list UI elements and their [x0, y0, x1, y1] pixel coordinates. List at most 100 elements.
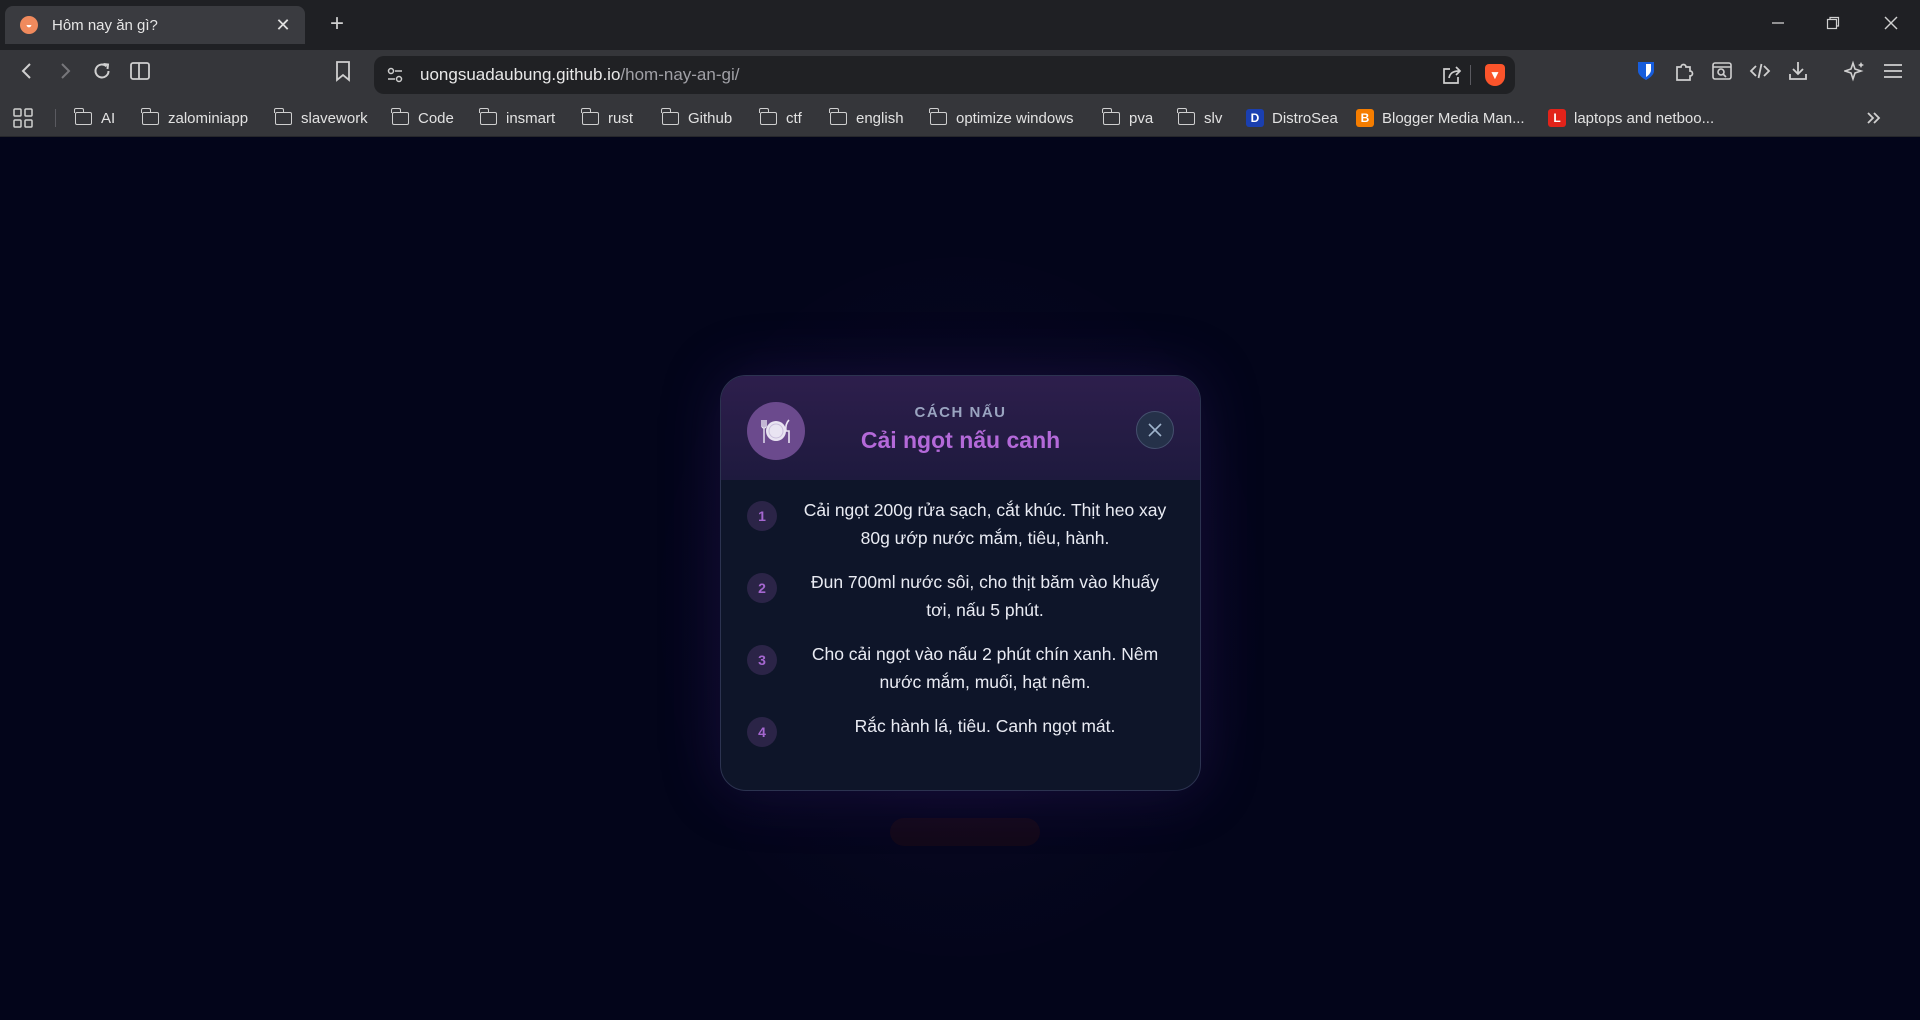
sparkle-icon [1842, 60, 1864, 82]
folder-icon [759, 107, 777, 125]
step-number: 3 [747, 645, 777, 675]
bookmark-folder-slavework[interactable]: slavework [274, 106, 368, 130]
apps-grid-icon [13, 108, 33, 128]
folder-icon [581, 107, 599, 125]
reader-mode-button[interactable] [1707, 60, 1737, 90]
bookmark-label: Github [688, 109, 733, 127]
title-bar: ◒ Hôm nay ăn gì? ✕ + [0, 0, 1920, 50]
bookmark-label: rust [608, 109, 634, 127]
brave-shields-icon[interactable]: ▼ [1485, 64, 1505, 86]
toolbar: uongsuadaubung.github.io/hom-nay-an-gi/ … [0, 50, 1920, 136]
bookmark-label: optimize windows [956, 109, 1074, 127]
bookmark-folder-github[interactable]: Github [661, 106, 733, 130]
recipe-step: 3 Cho cải ngọt vào nấu 2 phút chín xanh.… [721, 640, 1200, 712]
bookmark-label: pva [1129, 109, 1154, 127]
bookmark-laptops[interactable]: Llaptops and netboo... [1548, 106, 1714, 130]
bookmark-folder-optimize-windows[interactable]: optimize windows [929, 106, 1074, 130]
distrosea-icon: D [1246, 109, 1264, 127]
back-button[interactable] [12, 60, 42, 90]
site-settings-icon[interactable] [386, 66, 404, 84]
reload-button[interactable] [87, 60, 117, 90]
downloads-button[interactable] [1783, 60, 1813, 90]
folder-icon [274, 107, 292, 125]
back-arrow-icon [21, 63, 31, 79]
bookmark-label: Blogger Media Man... [1382, 109, 1525, 127]
bookmark-folder-code[interactable]: Code [391, 106, 454, 130]
bookmark-label: Code [418, 109, 454, 127]
bookmark-label: zalominiapp [168, 109, 249, 127]
folder-icon [479, 107, 497, 125]
minimize-icon [1772, 22, 1784, 24]
download-icon [1789, 62, 1807, 80]
sidebar-toggle-button[interactable] [125, 60, 155, 90]
bookmark-folder-ai[interactable]: AI [74, 106, 116, 130]
developer-tools-button[interactable] [1745, 60, 1775, 90]
step-text: Cho cải ngọt vào nấu 2 phút chín xanh. N… [811, 644, 1159, 692]
bookmark-folder-english[interactable]: english [829, 106, 904, 130]
bookmark-folder-pva[interactable]: pva [1102, 106, 1154, 130]
url-path: /hom-nay-an-gi/ [620, 65, 740, 84]
close-icon [1884, 16, 1898, 30]
menu-button[interactable] [1878, 60, 1908, 90]
hamburger-menu-icon [1884, 64, 1902, 78]
recipe-steps: 1 Cải ngọt 200g rửa sạch, cắt khúc. Thịt… [721, 496, 1200, 784]
bookmark-label: laptops and netboo... [1574, 109, 1715, 127]
lenovo-icon: L [1548, 109, 1566, 127]
tab-close-button[interactable]: ✕ [273, 15, 293, 36]
window-close-button[interactable] [1871, 6, 1911, 42]
bookmarks-overflow-button[interactable] [1864, 106, 1884, 130]
bookmark-folder-slv[interactable]: slv [1177, 106, 1223, 130]
step-number: 1 [747, 501, 777, 531]
step-number: 2 [747, 573, 777, 603]
apps-button[interactable] [12, 106, 34, 130]
reload-icon [94, 63, 110, 79]
folder-icon [829, 107, 847, 125]
tab-active[interactable]: ◒ Hôm nay ăn gì? ✕ [5, 6, 305, 44]
bookmark-folder-ctf[interactable]: ctf [759, 106, 802, 130]
url-text[interactable]: uongsuadaubung.github.io/hom-nay-an-gi/ [420, 56, 739, 94]
chevron-double-right-icon [1867, 112, 1881, 124]
modal-close-button[interactable] [1136, 411, 1174, 449]
bookmark-folder-zalominiapp[interactable]: zalominiapp [141, 106, 249, 130]
bookmark-blogger[interactable]: B Blogger Media Man... [1356, 106, 1525, 130]
forward-button[interactable] [50, 60, 80, 90]
folder-icon [661, 107, 679, 125]
puzzle-icon [1676, 63, 1694, 81]
bookmark-folder-rust[interactable]: rust [581, 106, 634, 130]
tab-title: Hôm nay ăn gì? [52, 16, 158, 34]
bookmark-label: english [856, 109, 904, 127]
background-button-blurred [890, 818, 1040, 846]
new-tab-button[interactable]: + [322, 10, 352, 40]
reader-search-icon [1712, 62, 1732, 80]
close-icon [1148, 423, 1162, 437]
step-number: 4 [747, 717, 777, 747]
folder-icon [391, 107, 409, 125]
leo-ai-button[interactable] [1840, 60, 1870, 90]
step-text: Cải ngọt 200g rửa sạch, cắt khúc. Thịt h… [803, 500, 1167, 548]
share-icon[interactable] [1441, 65, 1463, 85]
code-icon [1749, 63, 1771, 79]
modal-title: Cải ngọt nấu canh [860, 427, 1061, 453]
folder-icon [141, 107, 159, 125]
folder-icon [929, 107, 947, 125]
bookmark-folder-insmart[interactable]: insmart [479, 106, 555, 130]
sidebar-icon [130, 62, 150, 80]
url-host: uongsuadaubung.github.io [420, 65, 621, 84]
bookmarks-bar: AI zalominiapp slavework Code insmart ru… [0, 100, 1920, 137]
minimize-button[interactable] [1758, 6, 1798, 42]
modal-kicker: CÁCH NẤU [914, 404, 1007, 421]
bookmark-label: slv [1204, 109, 1223, 127]
bookmark-button[interactable] [328, 60, 358, 90]
bookmark-label: AI [101, 109, 116, 127]
address-bar[interactable]: uongsuadaubung.github.io/hom-nay-an-gi/ … [374, 56, 1515, 94]
blogger-icon: B [1356, 109, 1374, 127]
restore-button[interactable] [1813, 6, 1853, 42]
step-text: Rắc hành lá, tiêu. Canh ngọt mát. [854, 716, 1116, 736]
bitwarden-extension-button[interactable] [1631, 60, 1661, 90]
bookmark-distrosea[interactable]: D DistroSea [1246, 106, 1338, 130]
folder-icon [1177, 107, 1195, 125]
step-text: Đun 700ml nước sôi, cho thịt băm vào khu… [810, 572, 1160, 620]
extensions-button[interactable] [1669, 60, 1699, 90]
bookmark-icon [336, 61, 350, 82]
forward-arrow-icon [61, 63, 71, 79]
